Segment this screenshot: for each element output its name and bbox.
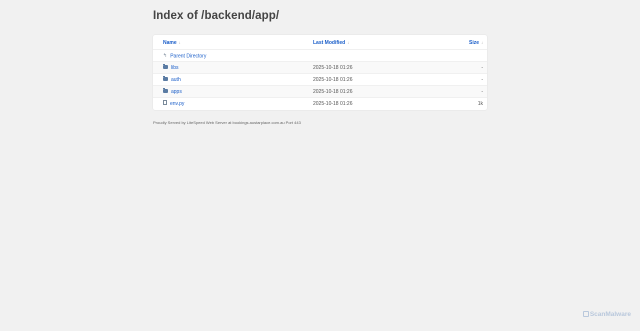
sort-by-modified-link[interactable]: Last Modified ↓ (313, 40, 349, 46)
modified-date: 2025-10-18 01:26 (313, 101, 353, 107)
file-size: - (481, 77, 483, 83)
modified-date: 2025-10-18 01:26 (313, 65, 353, 71)
file-size: - (481, 89, 483, 95)
file-size: - (481, 65, 483, 71)
file-size: 1k (477, 101, 483, 107)
arrow-up-icon: ↰ (163, 53, 168, 59)
table-row: env.py 2025-10-18 01:26 1k (153, 97, 487, 110)
modified-date: 2025-10-18 01:26 (313, 89, 353, 95)
sort-arrow-icon: ↓ (347, 40, 350, 45)
sort-arrow-icon: ↓ (178, 40, 181, 45)
modified-date: 2025-10-18 01:26 (313, 77, 353, 83)
folder-link-auth[interactable]: auth (163, 75, 181, 83)
table-header: Name ↓ Last Modified ↓ Size ↓ (153, 37, 487, 49)
parent-directory-link[interactable]: ↰ Parent Directory (163, 53, 206, 59)
folder-icon (163, 63, 168, 69)
directory-listing: Name ↓ Last Modified ↓ Size ↓ ↰ Parent Direc… (153, 35, 487, 110)
folder-icon (163, 75, 168, 81)
folder-link-libs[interactable]: libs (163, 63, 179, 71)
sort-by-size-link[interactable]: Size ↓ (469, 40, 483, 46)
file-icon (163, 100, 167, 106)
server-footer: Proudly Served by LiteSpeed Web Server a… (153, 120, 301, 125)
sort-arrow-icon: ↓ (481, 40, 483, 45)
scanmalware-logo-icon (582, 311, 589, 318)
page-title: Index of /backend/app/ (153, 10, 280, 22)
sort-by-name-link[interactable]: Name ↓ (163, 40, 181, 46)
watermark: ScanMalware (582, 311, 631, 318)
file-link-env-py[interactable]: env.py (163, 100, 184, 107)
folder-icon (163, 87, 168, 93)
folder-link-apps[interactable]: apps (163, 87, 182, 95)
